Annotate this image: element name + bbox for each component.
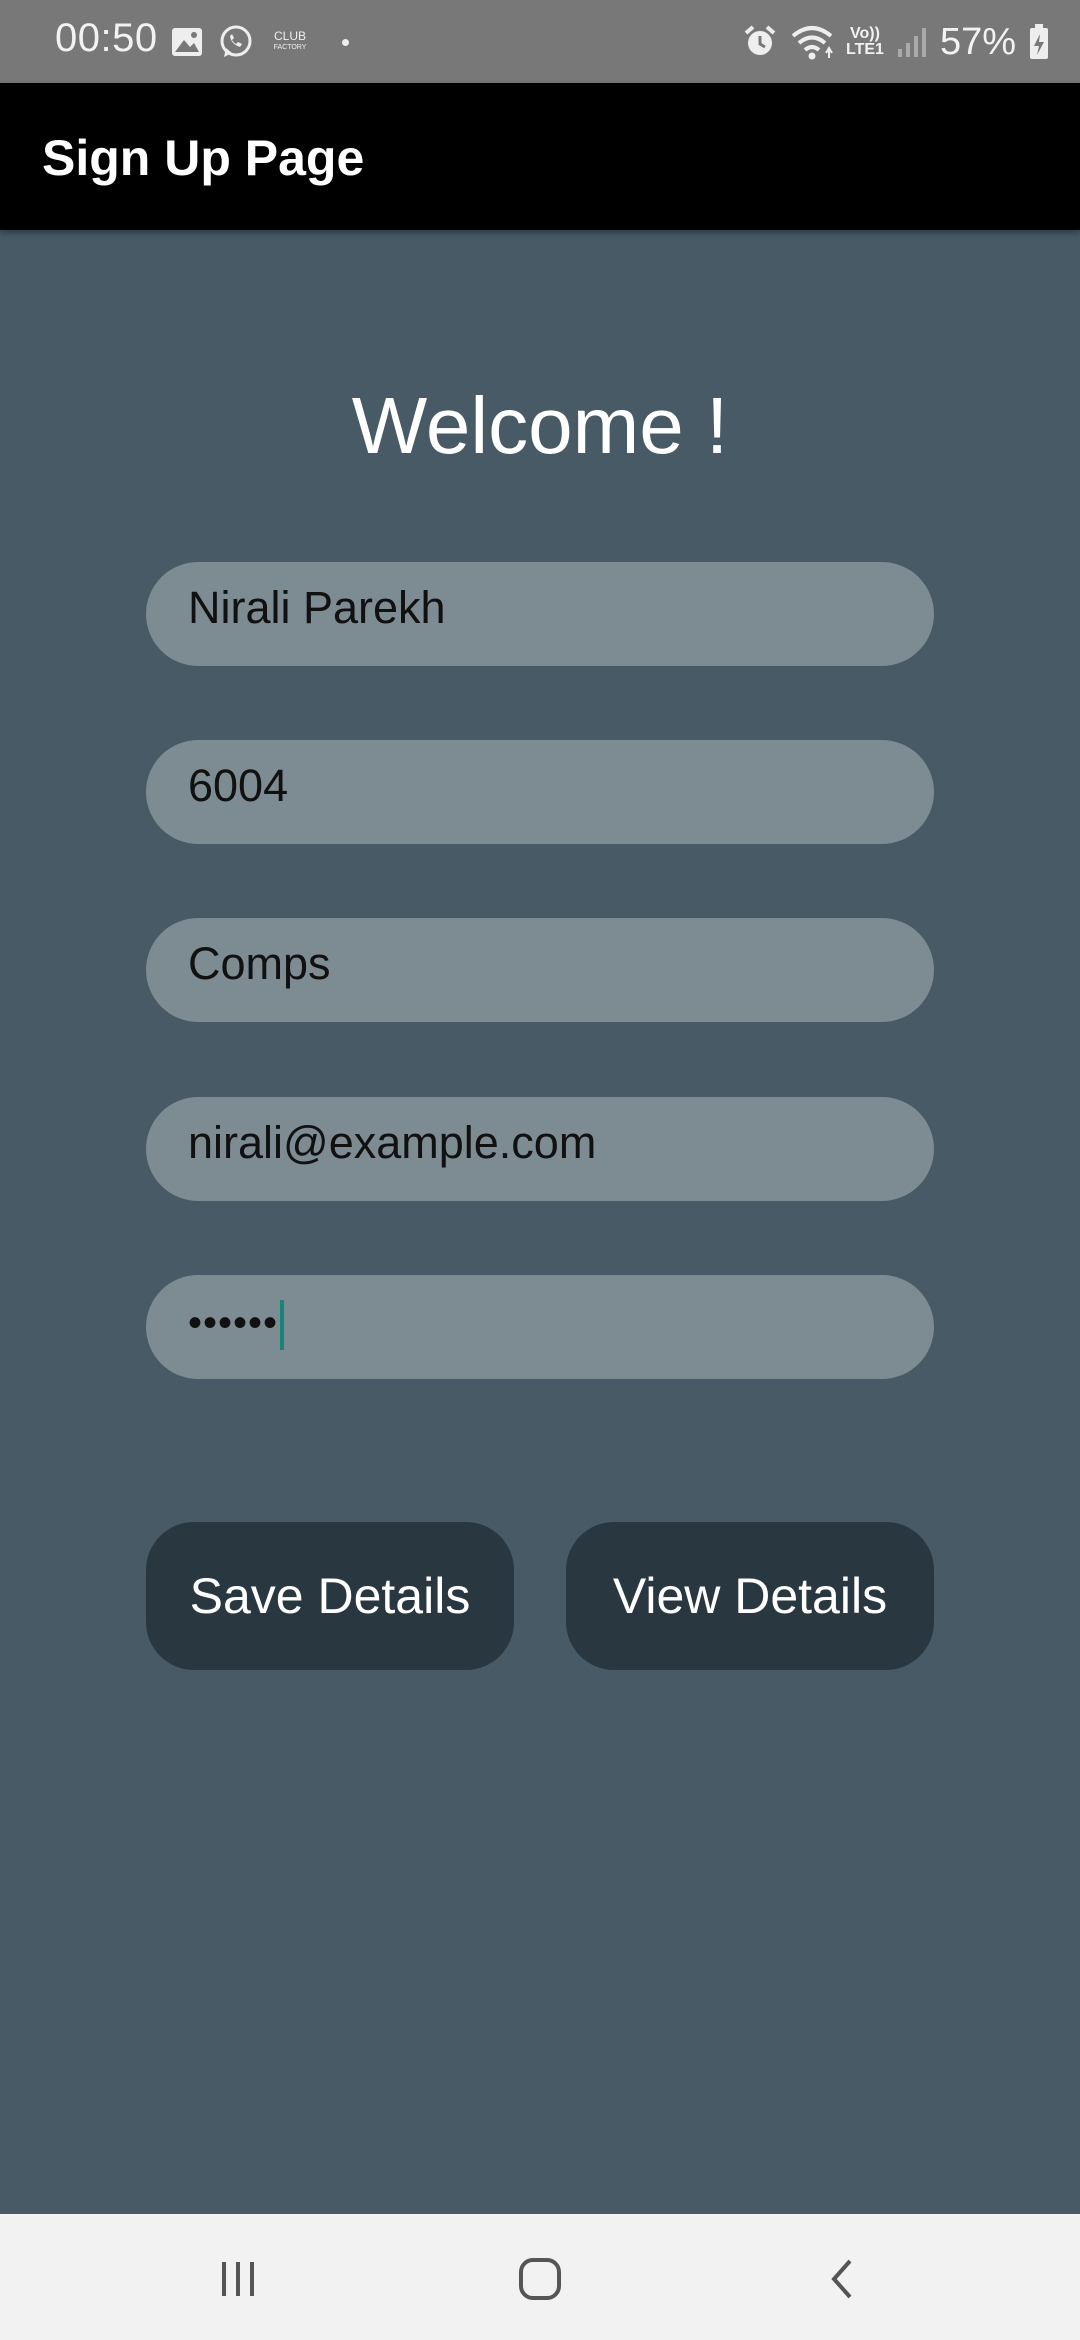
branch-field[interactable]: Comps <box>146 918 934 1022</box>
status-bar: 00:50 CLUB FACTORY Vo)) LTE1 57% <box>0 0 1080 83</box>
back-button[interactable] <box>802 2239 882 2319</box>
id-field[interactable]: 6004 <box>146 740 934 844</box>
password-field[interactable]: •••••• <box>146 1275 934 1379</box>
email-field[interactable]: nirali@example.com <box>146 1097 934 1201</box>
volte-top: Vo)) <box>850 25 880 42</box>
back-icon <box>831 2259 852 2299</box>
volte-indicator: Vo)) LTE1 <box>846 26 884 58</box>
club-factory-icon: CLUB FACTORY <box>268 30 312 54</box>
name-field-value: Nirali Parekh <box>188 582 446 633</box>
id-field-value: 6004 <box>188 760 289 811</box>
home-button[interactable] <box>500 2239 580 2319</box>
text-caret <box>280 1300 285 1350</box>
recents-icon <box>222 2262 254 2296</box>
whatsapp-icon <box>220 25 252 57</box>
signal-icon <box>897 28 926 57</box>
password-field-value: •••••• <box>188 1300 279 1345</box>
recents-button[interactable] <box>198 2239 278 2319</box>
gallery-icon <box>172 28 202 56</box>
welcome-heading: Welcome ! <box>351 381 729 470</box>
view-details-button[interactable]: View Details <box>566 1522 934 1670</box>
app-bar: Sign Up Page <box>0 83 1080 230</box>
name-field[interactable]: Nirali Parekh <box>146 562 934 666</box>
home-icon <box>519 2258 561 2300</box>
battery-percent: 57% <box>939 20 1016 63</box>
page-title: Sign Up Page <box>42 130 365 186</box>
club-sub-label: FACTORY <box>273 44 307 51</box>
save-details-button[interactable]: Save Details <box>146 1522 514 1670</box>
wifi-icon <box>791 26 833 60</box>
status-time: 00:50 <box>55 16 158 60</box>
more-notifications-dot <box>342 38 349 46</box>
club-label: CLUB <box>273 29 306 43</box>
volte-bottom: LTE1 <box>846 41 884 58</box>
system-icons: Vo)) LTE1 57% <box>742 14 1050 70</box>
battery-charging-icon <box>1030 24 1048 59</box>
branch-field-value: Comps <box>188 938 331 989</box>
navigation-bar <box>0 2214 1080 2340</box>
notification-icons: CLUB FACTORY <box>170 20 349 64</box>
email-field-value: nirali@example.com <box>188 1117 597 1168</box>
alarm-icon <box>744 25 776 55</box>
